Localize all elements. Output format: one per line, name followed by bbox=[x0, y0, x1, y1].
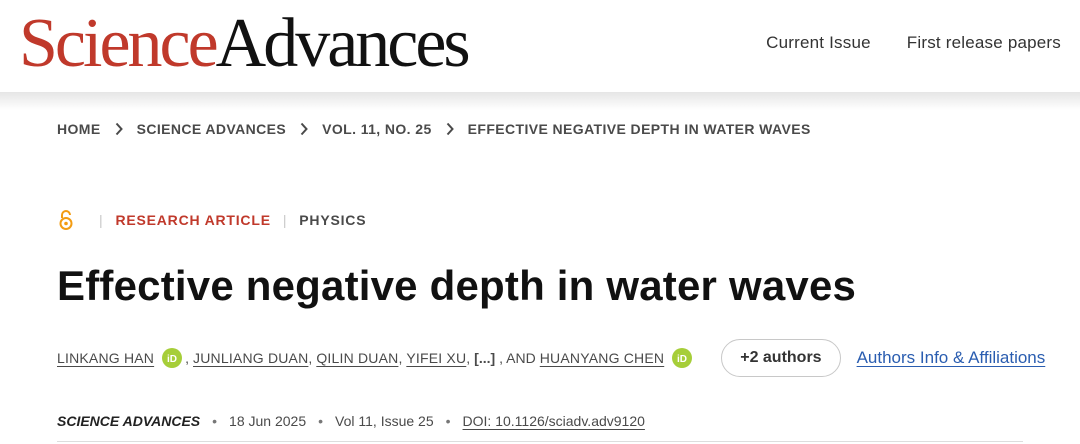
citation-date: 18 Jun 2025 bbox=[229, 413, 307, 429]
authors-ellipsis[interactable]: [...] bbox=[474, 350, 495, 366]
author-separator: , bbox=[466, 350, 471, 366]
article-type: RESEARCH ARTICLE bbox=[115, 212, 271, 228]
science-advances-logo[interactable]: ScienceAdvances bbox=[19, 5, 471, 82]
nav-current-issue[interactable]: Current Issue bbox=[766, 33, 871, 53]
breadcrumb: HOME SCIENCE ADVANCES VOL. 11, NO. 25 EF… bbox=[57, 121, 811, 137]
citation-line: SCIENCE ADVANCES • 18 Jun 2025 • Vol 11,… bbox=[57, 413, 645, 429]
logo-science-text: Science bbox=[19, 5, 219, 82]
open-access-icon bbox=[57, 209, 75, 231]
author-list: LINKANG HAN iD , JUNLIANG DUAN , QILIN D… bbox=[57, 339, 1045, 377]
meta-divider: | bbox=[282, 212, 288, 228]
top-nav: Current Issue First release papers bbox=[766, 33, 1061, 53]
author-name[interactable]: HUANYANG CHEN bbox=[540, 350, 664, 366]
nav-first-release-papers[interactable]: First release papers bbox=[907, 33, 1061, 53]
breadcrumb-home[interactable]: HOME bbox=[57, 121, 101, 137]
author-separator: , bbox=[308, 350, 313, 366]
citation-dot: • bbox=[212, 413, 218, 429]
citation-dot: • bbox=[445, 413, 451, 429]
author-name[interactable]: LINKANG HAN bbox=[57, 350, 154, 366]
svg-text:iD: iD bbox=[677, 354, 687, 365]
citation-dot: • bbox=[318, 413, 324, 429]
logo-advances-text: Advances bbox=[215, 5, 471, 82]
author-name[interactable]: YIFEI XU bbox=[406, 350, 466, 366]
author-separator: , bbox=[185, 350, 190, 366]
more-authors-button[interactable]: +2 authors bbox=[721, 339, 841, 377]
orcid-icon[interactable]: iD bbox=[672, 348, 693, 368]
breadcrumb-current: EFFECTIVE NEGATIVE DEPTH IN WATER WAVES bbox=[467, 121, 811, 137]
article-meta: | RESEARCH ARTICLE | PHYSICS bbox=[57, 209, 366, 231]
article-title: Effective negative depth in water waves bbox=[57, 262, 857, 309]
citation-doi-link[interactable]: DOI: 10.1126/sciadv.adv9120 bbox=[463, 413, 645, 429]
svg-text:iD: iD bbox=[167, 354, 177, 365]
site-header: ScienceAdvances Current Issue First rele… bbox=[0, 0, 1080, 92]
orcid-icon[interactable]: iD bbox=[162, 348, 183, 368]
meta-divider: | bbox=[99, 212, 104, 228]
authors-info-link[interactable]: Authors Info & Affiliations bbox=[857, 348, 1046, 368]
chevron-right-icon bbox=[115, 122, 123, 136]
author-name[interactable]: JUNLIANG DUAN bbox=[193, 350, 308, 366]
chevron-right-icon bbox=[446, 122, 454, 136]
breadcrumb-issue[interactable]: VOL. 11, NO. 25 bbox=[322, 121, 432, 137]
citation-volume[interactable]: Vol 11, Issue 25 bbox=[335, 413, 434, 429]
chevron-right-icon bbox=[300, 122, 308, 136]
author-name[interactable]: QILIN DUAN bbox=[316, 350, 398, 366]
citation-journal: SCIENCE ADVANCES bbox=[57, 413, 201, 429]
divider bbox=[57, 441, 1023, 442]
article-subject[interactable]: PHYSICS bbox=[299, 212, 366, 228]
author-and: , AND bbox=[499, 350, 536, 366]
header-shadow bbox=[0, 92, 1080, 110]
breadcrumb-journal[interactable]: SCIENCE ADVANCES bbox=[137, 121, 287, 137]
author-separator: , bbox=[398, 350, 403, 366]
